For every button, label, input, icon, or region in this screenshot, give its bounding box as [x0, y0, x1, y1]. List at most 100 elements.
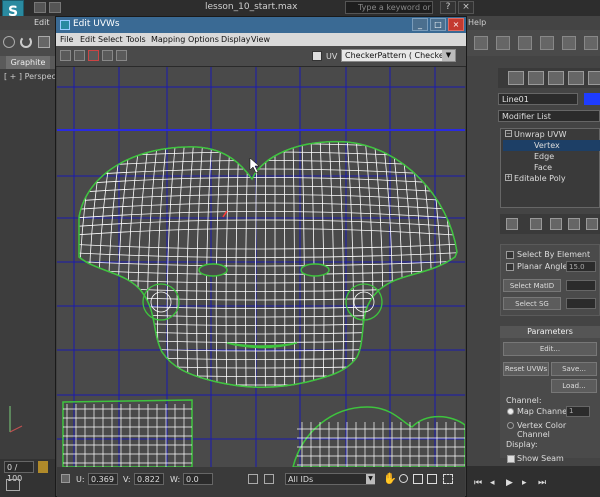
next-frame-icon[interactable]: ▸ [522, 478, 532, 488]
ids-chevron-down-icon[interactable]: ▼ [366, 474, 375, 484]
planar-angle-checkbox[interactable] [506, 263, 514, 271]
time-slider-left: 0 / 100 [0, 459, 56, 497]
stack-item-face[interactable]: Face [534, 163, 552, 172]
filter-selected-icon[interactable] [264, 474, 274, 484]
material-editor-icon[interactable] [496, 36, 510, 50]
parameters-rollout-header[interactable]: Parameters [500, 326, 600, 338]
load-button[interactable]: Load... [551, 379, 597, 393]
zoom-extents-icon[interactable] [427, 474, 437, 484]
lock-selected-icon[interactable] [248, 474, 258, 484]
info-center-icon[interactable]: ? [440, 1, 456, 14]
show-end-result-icon[interactable] [530, 218, 542, 230]
planar-angle-spinner[interactable]: 15.0 [566, 261, 596, 272]
select-sg-button[interactable]: Select SG [503, 297, 561, 310]
menu-select[interactable]: Select [98, 35, 123, 44]
modify-tab-icon[interactable] [528, 71, 544, 85]
freeform-tool-icon[interactable] [102, 50, 113, 61]
save-button[interactable]: Save... [551, 362, 597, 376]
absolute-mode-icon[interactable] [61, 474, 70, 483]
prev-frame-icon[interactable]: ◂ [490, 478, 500, 488]
stack-item-editable-poly[interactable]: Editable Poly [514, 174, 566, 183]
uvw-window-icon [60, 20, 70, 30]
play-icon[interactable]: ▶ [506, 478, 516, 488]
chevron-down-icon[interactable]: ▼ [442, 50, 455, 61]
motion-tab-icon[interactable] [568, 71, 584, 85]
max-close-icon[interactable]: × [458, 1, 474, 14]
map-channel-radio[interactable] [507, 408, 514, 415]
new-file-icon[interactable] [34, 2, 46, 13]
modifier-list-dropdown[interactable]: Modifier List [498, 110, 600, 122]
zoom-icon[interactable] [399, 474, 408, 483]
show-seam-checkbox[interactable] [507, 455, 515, 463]
uv-mesh-canvas[interactable] [57, 67, 465, 467]
scale-icon[interactable] [38, 36, 50, 48]
viewport-background [57, 67, 465, 467]
texture-map-dropdown[interactable]: CheckerPattern ( Checker ) [341, 49, 456, 62]
stack-item-vertex[interactable]: Vertex [534, 141, 560, 150]
max-menubar: Edit [0, 16, 56, 30]
grid-snap-icon[interactable] [443, 474, 453, 484]
menu-edit[interactable]: Edit [34, 18, 50, 27]
zoom-region-icon[interactable] [413, 474, 423, 484]
frame-field[interactable]: 0 / 100 [4, 461, 34, 483]
object-name-field[interactable]: Line01 [498, 93, 578, 105]
object-color-swatch[interactable] [584, 93, 600, 105]
rotate-icon[interactable] [20, 36, 32, 48]
expand-icon[interactable]: + [505, 174, 512, 181]
maximize-icon[interactable]: □ [430, 18, 446, 31]
render-frame-icon[interactable] [540, 36, 554, 50]
select-object-icon[interactable] [3, 36, 15, 48]
search-input[interactable]: Type a keyword or phrase [345, 1, 433, 24]
scale-tool-icon[interactable] [88, 50, 99, 61]
reset-uvws-button[interactable]: Reset UVWs [503, 362, 549, 376]
uv-editor-viewport[interactable] [57, 67, 465, 467]
rotate-tool-icon[interactable] [74, 50, 85, 61]
menu-options[interactable]: Options [188, 35, 219, 44]
max-window-title: lesson_10_start.max [205, 2, 298, 12]
make-unique-icon[interactable] [550, 218, 562, 230]
map-channel-spinner[interactable]: 1 [566, 406, 590, 417]
move-tool-icon[interactable] [60, 50, 71, 61]
matid-spinner[interactable] [566, 280, 596, 291]
v-coordinate-field[interactable]: 0.822 [134, 473, 164, 485]
remove-modifier-icon[interactable] [568, 218, 580, 230]
graphite-tab[interactable]: Graphite [6, 56, 50, 69]
mirror-tool-icon[interactable] [116, 50, 127, 61]
menu-edit-uv[interactable]: Edit [80, 35, 96, 44]
hierarchy-tab-icon[interactable] [548, 71, 564, 85]
stack-item-unwrap-uvw[interactable]: Unwrap UVW [514, 130, 567, 139]
menu-file[interactable]: File [60, 35, 73, 44]
menu-display[interactable]: Display [221, 35, 251, 44]
open-file-icon[interactable] [49, 2, 61, 13]
minimize-icon[interactable]: _ [412, 18, 428, 31]
render-setup-icon[interactable] [518, 36, 532, 50]
render-icon[interactable] [562, 36, 576, 50]
go-end-icon[interactable]: ⏭ [538, 478, 548, 488]
w-coordinate-field[interactable]: 0.0 [183, 473, 213, 485]
collapse-icon[interactable]: − [505, 130, 512, 137]
schematic-icon[interactable] [474, 36, 488, 50]
configure-sets-icon[interactable] [586, 218, 598, 230]
ids-dropdown[interactable]: All IDs [285, 473, 375, 485]
menu-help[interactable]: Help [468, 18, 486, 27]
pan-icon[interactable]: ✋ [383, 472, 397, 485]
menu-tools[interactable]: Tools [126, 35, 146, 44]
edit-button[interactable]: Edit... [503, 342, 597, 356]
mini-listener-icon[interactable] [6, 479, 20, 491]
menu-view[interactable]: View [251, 35, 270, 44]
stack-item-edge[interactable]: Edge [534, 152, 554, 161]
display-tab-icon[interactable] [588, 71, 600, 85]
sg-spinner[interactable] [566, 298, 596, 309]
time-slider-thumb[interactable] [38, 461, 48, 473]
vertex-color-radio[interactable] [507, 422, 514, 429]
pin-stack-icon[interactable] [506, 218, 518, 230]
select-by-element-checkbox[interactable] [506, 251, 514, 259]
u-coordinate-field[interactable]: 0.369 [88, 473, 118, 485]
teapot-icon[interactable] [584, 36, 598, 50]
close-icon[interactable]: × [448, 18, 464, 31]
create-tab-icon[interactable] [508, 71, 524, 85]
go-start-icon[interactable]: ⏮ [474, 478, 484, 488]
select-matid-button[interactable]: Select MatID [503, 279, 561, 292]
menu-mapping[interactable]: Mapping [151, 35, 185, 44]
max-main-toolbar [0, 30, 56, 57]
